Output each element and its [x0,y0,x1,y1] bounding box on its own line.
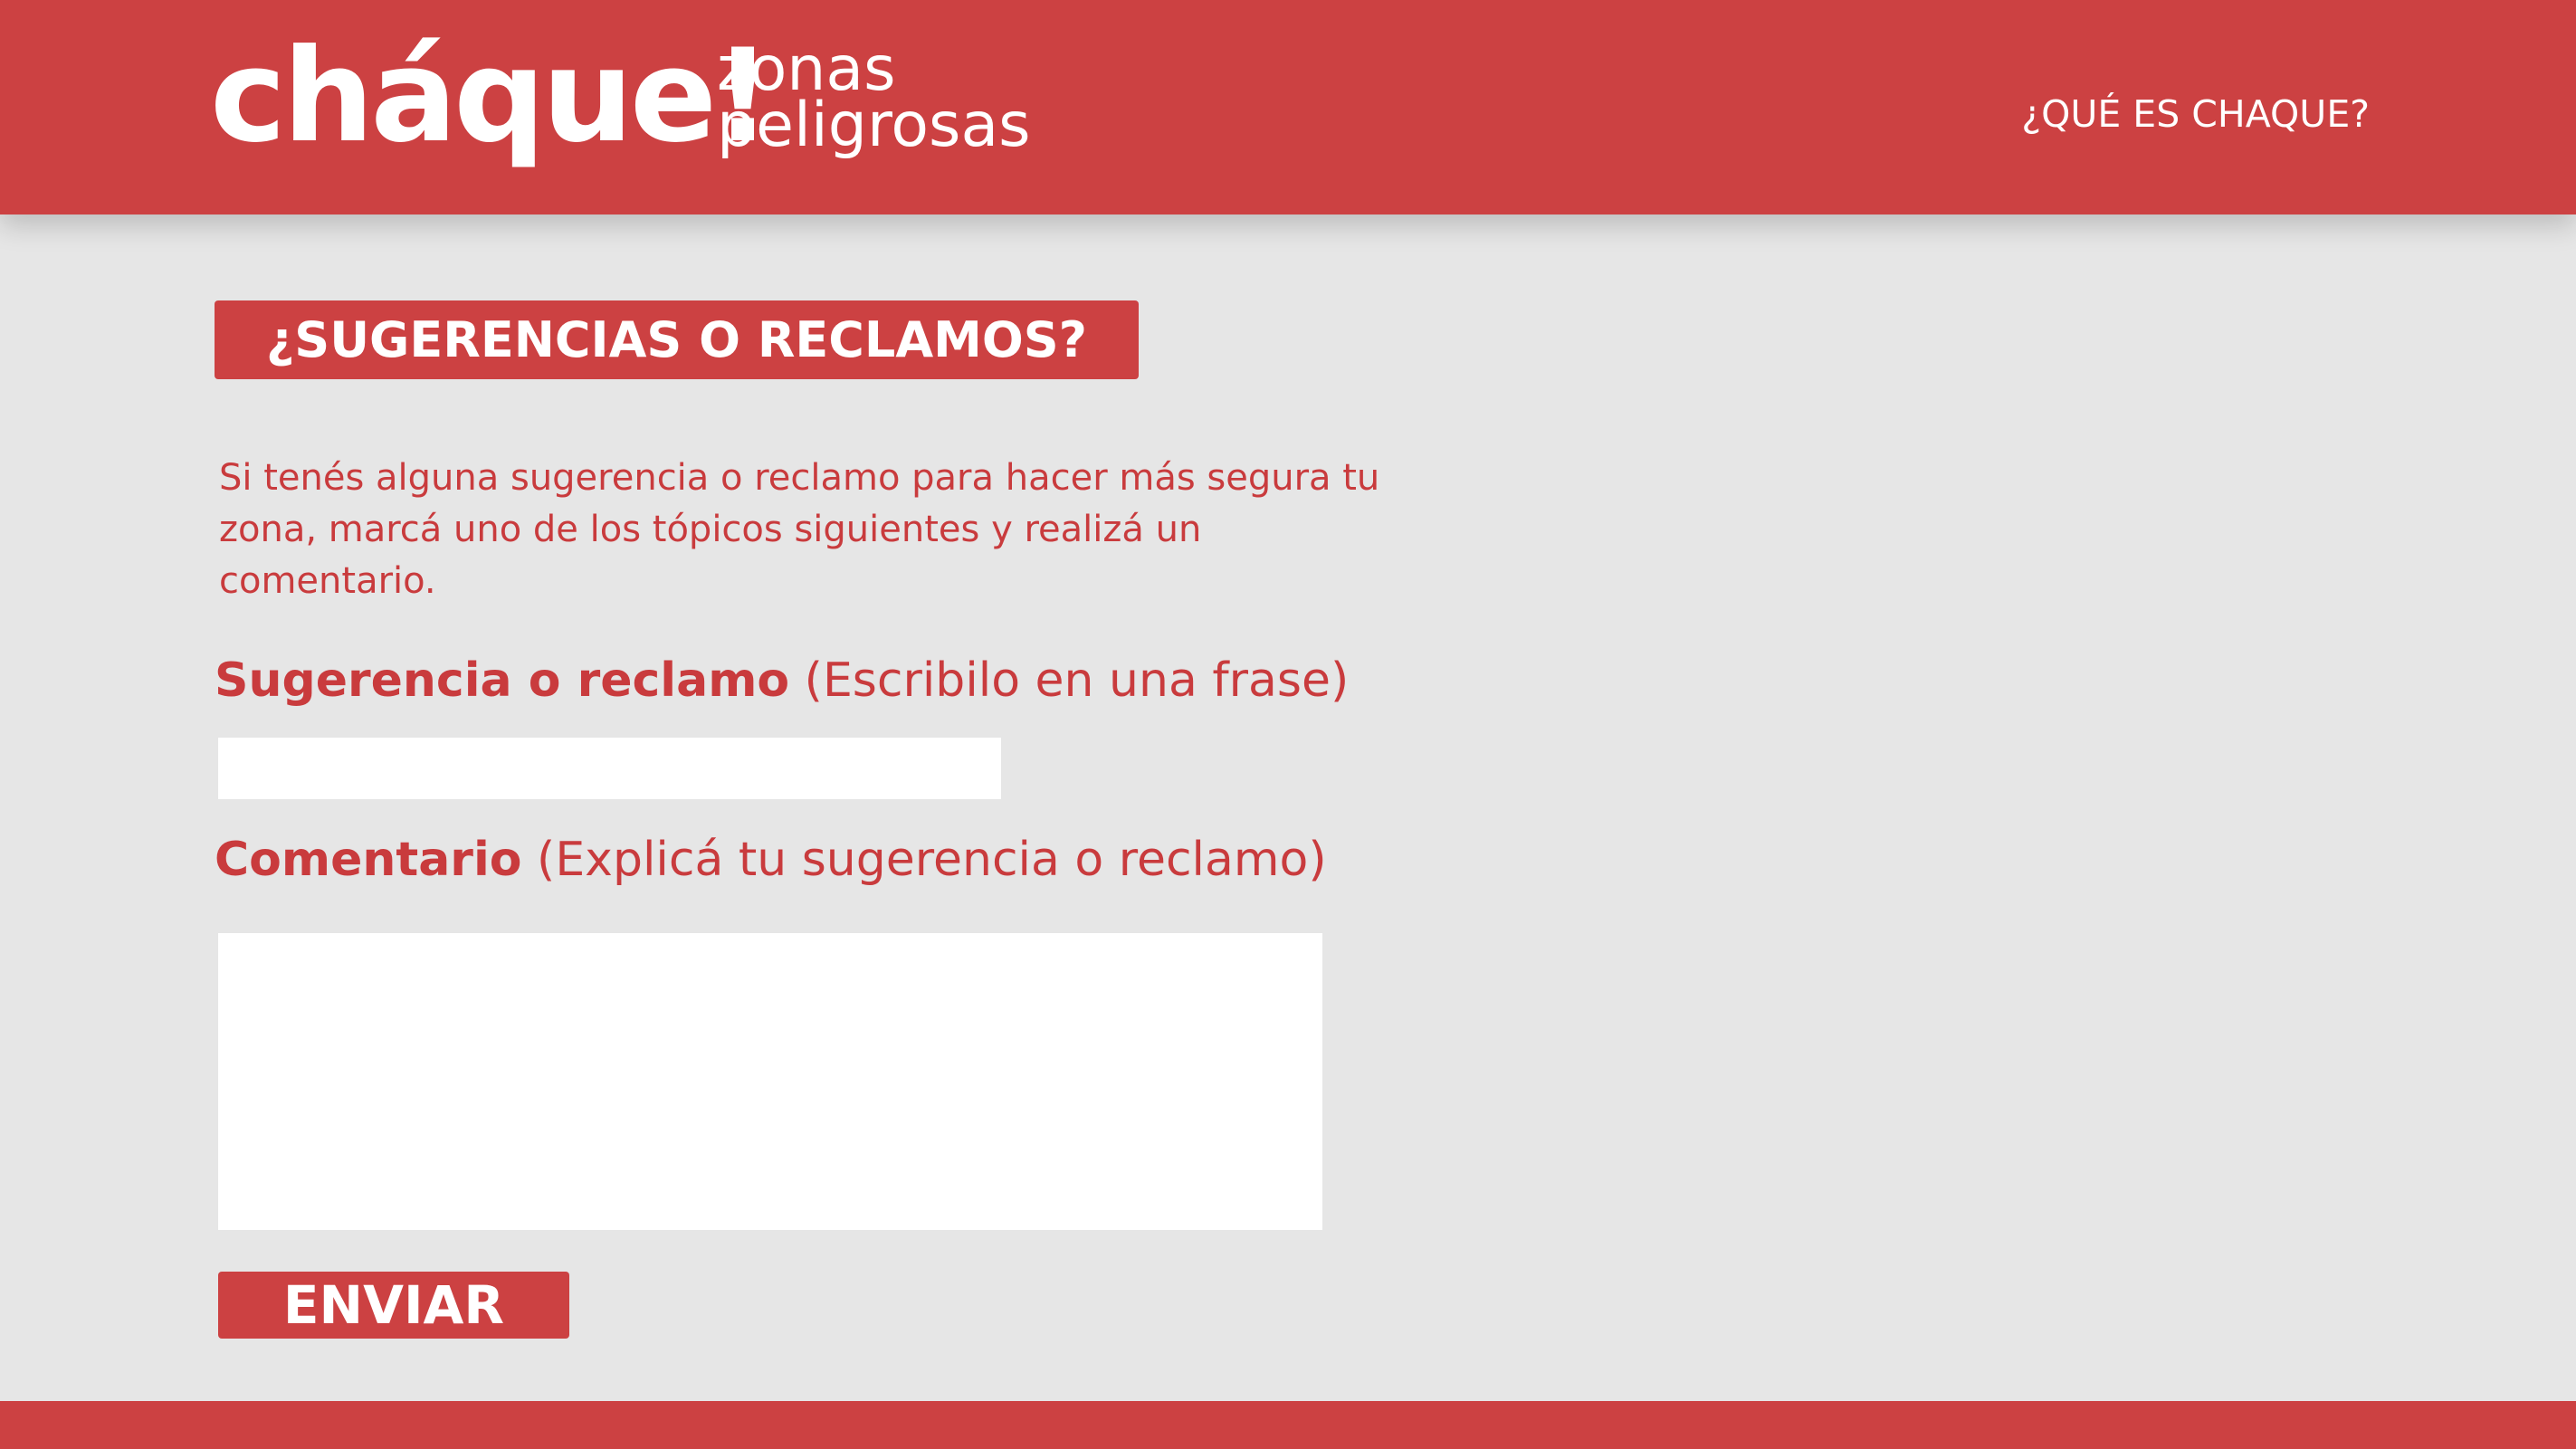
suggestion-label-hint: (Escribilo en una frase) [789,653,1350,708]
site-header: cháque! zonas peligrosas ¿QUÉ ES CHAQUE? [0,0,2576,214]
comment-field-label: Comentario (Explicá tu sugerencia o recl… [215,833,1327,887]
logo-subtitle-line-2: peligrosas [717,90,1031,161]
form-description: Si tenés alguna sugerencia o reclamo par… [219,457,1380,602]
comment-label-text: Comentario [215,833,522,887]
suggestion-input[interactable] [218,738,1001,799]
what-is-chaque-link[interactable]: ¿QUÉ ES CHAQUE? [2021,92,2370,136]
submit-button[interactable]: ENVIAR [218,1272,569,1339]
logo-wordmark: cháque! [210,22,772,171]
page-title: ¿SUGERENCIAS O RECLAMOS? [215,300,1139,379]
comment-textarea[interactable] [218,933,1322,1230]
logo-subtitle: zonas peligrosas [717,39,1031,161]
comment-label-hint: (Explicá tu sugerencia o reclamo) [521,833,1327,887]
suggestion-field-label: Sugerencia o reclamo (Escribilo en una f… [215,653,1349,708]
footer-bar [0,1401,2576,1449]
suggestion-label-text: Sugerencia o reclamo [215,653,790,708]
